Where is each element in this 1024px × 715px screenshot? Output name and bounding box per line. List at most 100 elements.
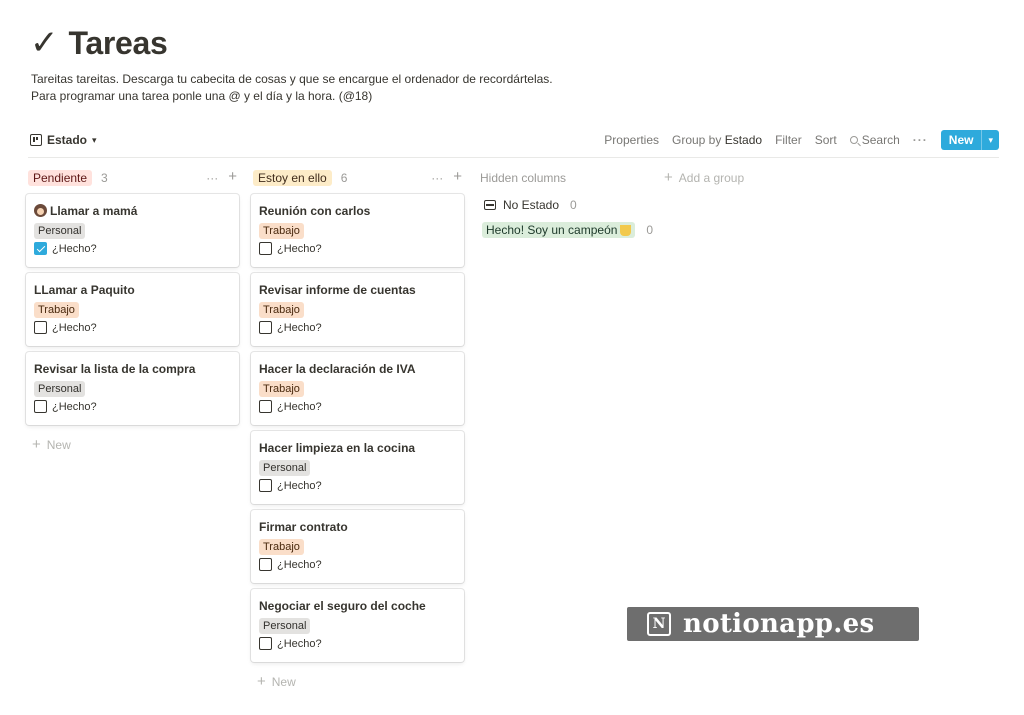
done-label: ¿Hecho? xyxy=(52,321,97,334)
group-by-button[interactable]: Group by Estado xyxy=(672,133,762,147)
task-card[interactable]: Revisar la lista de la compra Personal ¿… xyxy=(26,352,239,425)
category-tag: Trabajo xyxy=(259,302,304,318)
column-header: Pendiente 3 ··· + xyxy=(26,168,241,188)
done-checkbox[interactable] xyxy=(259,321,272,334)
done-checkbox-row: ¿Hecho? xyxy=(259,558,456,571)
task-card[interactable]: Revisar informe de cuentas Trabajo ¿Hech… xyxy=(251,273,464,346)
column-status-tag[interactable]: Estoy en ello xyxy=(253,170,332,186)
card-title: Firmar contrato xyxy=(259,519,348,534)
category-tag: Personal xyxy=(34,223,86,239)
hidden-column-label: Hecho! Soy un campeón xyxy=(486,223,618,237)
hidden-column-label: No Estado xyxy=(503,198,560,212)
done-checkbox[interactable] xyxy=(259,242,272,255)
column-count: 6 xyxy=(340,171,348,185)
card-title: Reunión con carlos xyxy=(259,203,371,218)
done-label: ¿Hecho? xyxy=(277,637,322,650)
card-title: Revisar informe de cuentas xyxy=(259,282,416,297)
done-checkbox-row: ¿Hecho? xyxy=(259,321,456,334)
notion-logo-icon: N xyxy=(647,612,671,636)
database-toolbar: Estado ▾ Properties Group by Estado Filt… xyxy=(30,128,999,152)
column-add-icon[interactable]: + xyxy=(453,169,462,185)
sort-button[interactable]: Sort xyxy=(815,133,837,147)
category-tag: Trabajo xyxy=(259,539,304,555)
inbox-tray-icon xyxy=(484,200,496,210)
column-add-icon[interactable]: + xyxy=(228,169,237,185)
add-group-button[interactable]: + Add a group xyxy=(664,168,744,188)
hidden-column-count: 0 xyxy=(646,223,654,237)
done-checkbox[interactable] xyxy=(259,558,272,571)
page-title[interactable]: Tareas xyxy=(69,27,168,59)
done-label: ¿Hecho? xyxy=(277,479,322,492)
done-checkbox-row: ¿Hecho? xyxy=(34,400,231,413)
hidden-columns-panel: Hidden columns No Estado 0 Hecho! Soy un… xyxy=(480,168,660,238)
view-selector[interactable]: Estado ▾ xyxy=(30,133,97,147)
plus-icon: + xyxy=(257,673,266,690)
task-card[interactable]: Hacer la declaración de IVA Trabajo ¿Hec… xyxy=(251,352,464,425)
chevron-down-icon: ▾ xyxy=(92,134,97,145)
done-checkbox[interactable] xyxy=(259,479,272,492)
page-description[interactable]: Tareitas tareitas. Descarga tu cabecita … xyxy=(31,71,553,105)
chevron-down-icon[interactable]: ▾ xyxy=(981,130,999,150)
watermark-text: notionapp.es xyxy=(683,609,875,639)
done-checkbox-row: ¿Hecho? xyxy=(34,242,231,255)
search-icon xyxy=(849,136,858,144)
done-label: ¿Hecho? xyxy=(277,400,322,413)
column-status-tag[interactable]: Pendiente xyxy=(28,170,93,186)
done-checkbox[interactable] xyxy=(259,637,272,650)
filter-button[interactable]: Filter xyxy=(775,133,802,147)
card-title: Hacer limpieza en la cocina xyxy=(259,440,416,455)
column-more-icon[interactable]: ··· xyxy=(431,171,443,185)
category-tag: Trabajo xyxy=(259,381,304,397)
done-label: ¿Hecho? xyxy=(52,242,97,255)
task-card[interactable]: Firmar contrato Trabajo ¿Hecho? xyxy=(251,510,464,583)
toolbar-divider xyxy=(28,157,999,158)
card-title: Negociar el seguro del coche xyxy=(259,598,426,613)
done-checkbox-row: ¿Hecho? xyxy=(259,242,456,255)
done-checkbox[interactable] xyxy=(34,400,47,413)
new-button[interactable]: New ▾ xyxy=(940,130,999,150)
done-checkbox[interactable] xyxy=(259,400,272,413)
add-card-label: New xyxy=(46,438,71,452)
new-button-label: New xyxy=(948,133,974,147)
toolbar-actions: Properties Group by Estado Filter Sort S… xyxy=(604,130,999,150)
category-tag: Personal xyxy=(259,618,311,634)
add-card-button[interactable]: + New xyxy=(251,673,466,690)
card-title: Revisar la lista de la compra xyxy=(34,361,196,376)
add-card-label: New xyxy=(271,675,296,689)
category-tag: Trabajo xyxy=(259,223,304,239)
hidden-column-no-estado[interactable]: No Estado 0 xyxy=(480,198,660,212)
board-column-pendiente: Pendiente 3 ··· + Llamar a mamá Personal… xyxy=(26,168,241,452)
add-group-label: Add a group xyxy=(678,171,745,185)
task-card[interactable]: Negociar el seguro del coche Personal ¿H… xyxy=(251,589,464,662)
add-card-button[interactable]: + New xyxy=(26,437,241,452)
hidden-column-hecho[interactable]: Hecho! Soy un campeón 0 xyxy=(480,222,660,238)
done-checkbox[interactable] xyxy=(34,242,47,255)
column-header: Estoy en ello 6 ··· + xyxy=(251,168,466,188)
task-card[interactable]: LLamar a Paquito Trabajo ¿Hecho? xyxy=(26,273,239,346)
description-line: Para programar una tarea ponle una @ y e… xyxy=(31,89,373,103)
column-count: 3 xyxy=(101,171,108,185)
properties-button[interactable]: Properties xyxy=(604,133,659,147)
card-title-text: Llamar a mamá xyxy=(50,203,138,218)
category-tag: Personal xyxy=(34,381,86,397)
page-header: ✓ Tareas xyxy=(30,26,168,60)
card-title: LLamar a Paquito xyxy=(34,282,135,297)
trophy-icon xyxy=(620,224,632,236)
board-column-estoy-en-ello: Estoy en ello 6 ··· + Reunión con carlos… xyxy=(251,168,466,689)
task-card[interactable]: Llamar a mamá Personal ¿Hecho? xyxy=(26,194,239,267)
watermark-banner: N notionapp.es xyxy=(627,607,919,641)
search-label: Search xyxy=(861,133,900,147)
done-checkbox-row: ¿Hecho? xyxy=(259,637,456,650)
column-more-icon[interactable]: ··· xyxy=(206,171,218,185)
task-card[interactable]: Hacer limpieza en la cocina Personal ¿He… xyxy=(251,431,464,504)
task-card[interactable]: Reunión con carlos Trabajo ¿Hecho? xyxy=(251,194,464,267)
hidden-column-tag: Hecho! Soy un campeón xyxy=(482,222,636,238)
hidden-column-count: 0 xyxy=(570,198,577,212)
done-checkbox-row: ¿Hecho? xyxy=(34,321,231,334)
woman-emoji-icon xyxy=(34,204,47,217)
done-checkbox[interactable] xyxy=(34,321,47,334)
search-button[interactable]: Search xyxy=(849,133,900,147)
more-options-icon[interactable]: ··· xyxy=(913,133,928,147)
view-label: Estado xyxy=(47,133,88,147)
category-tag: Trabajo xyxy=(34,302,79,318)
